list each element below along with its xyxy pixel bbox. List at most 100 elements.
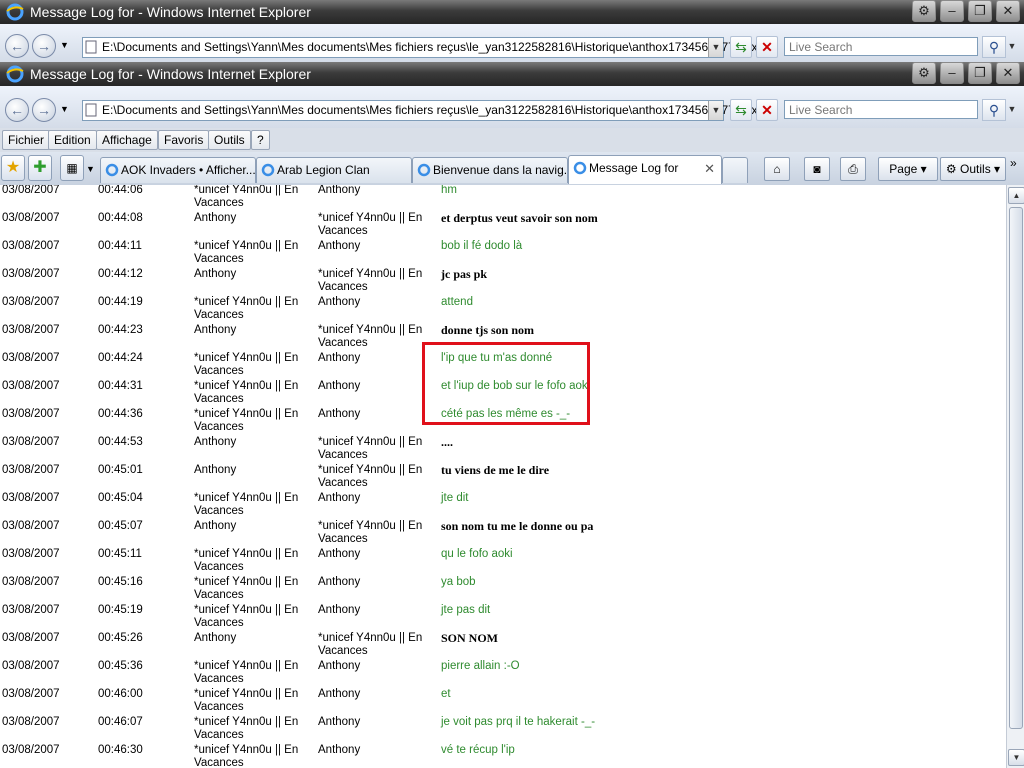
maximize-button[interactable]: ❐ <box>968 0 992 22</box>
log-from: Anthony <box>194 324 237 336</box>
minimize-button[interactable]: – <box>940 0 964 22</box>
search-icon[interactable]: ⚲ <box>982 99 1006 121</box>
maximize-button[interactable]: ❐ <box>968 62 992 84</box>
back-button[interactable]: ← <box>5 98 29 122</box>
log-to: *unicef Y4nn0u || En Vacances <box>318 464 423 489</box>
scroll-thumb[interactable] <box>1009 207 1023 729</box>
tab-message-log[interactable]: Message Log for ✕ <box>568 155 722 184</box>
log-from: *unicef Y4nn0u || En Vacances <box>194 492 299 517</box>
address-dropdown-icon[interactable]: ▼ <box>708 38 723 57</box>
tab-label: Message Log for <box>589 161 679 175</box>
log-message: cété pas les même es -_- <box>441 408 571 420</box>
feeds-icon[interactable]: ◙ <box>804 157 830 181</box>
search-icon[interactable]: ⚲ <box>982 36 1006 58</box>
log-from: *unicef Y4nn0u || En Vacances <box>194 660 299 685</box>
log-time: 00:46:30 <box>98 744 143 756</box>
log-to: Anthony <box>318 716 361 728</box>
print-icon[interactable]: ⎙ <box>840 157 866 181</box>
back-button[interactable]: ← <box>5 34 29 58</box>
history-dropdown-icon[interactable]: ▼ <box>60 40 69 50</box>
menu-fichier[interactable]: Fichier <box>2 130 51 150</box>
new-tab-button[interactable] <box>722 157 748 183</box>
menu-outils[interactable]: Outils <box>208 130 251 150</box>
tab-label: Bienvenue dans la navig... <box>433 163 568 177</box>
log-time: 00:44:31 <box>98 380 143 392</box>
forward-button[interactable]: → <box>32 98 56 122</box>
log-table: 03/08/2007 00:44:06 *unicef Y4nn0u || En V… <box>0 185 1006 768</box>
log-to: Anthony <box>318 296 361 308</box>
stop-button[interactable]: ✕ <box>756 36 778 58</box>
menu-favoris[interactable]: Favoris <box>158 130 210 150</box>
log-to: *unicef Y4nn0u || En Vacances <box>318 520 423 545</box>
address-dropdown-icon[interactable]: ▼ <box>708 101 723 120</box>
log-date: 03/08/2007 <box>2 436 60 448</box>
vertical-scrollbar[interactable]: ▲ ▼ <box>1006 185 1024 768</box>
tab-close-icon[interactable]: ✕ <box>704 156 715 181</box>
help-button[interactable]: ⚙ <box>912 62 936 84</box>
quick-tabs-icon[interactable]: ▦ <box>60 155 84 181</box>
close-button[interactable]: ✕ <box>996 62 1020 84</box>
search-dropdown-icon[interactable]: ▼ <box>1005 99 1019 119</box>
log-time: 00:44:23 <box>98 324 143 336</box>
log-date: 03/08/2007 <box>2 576 60 588</box>
refresh-button[interactable]: ⇆ <box>730 36 752 58</box>
log-to: *unicef Y4nn0u || En Vacances <box>318 632 423 657</box>
add-favorite-icon[interactable]: ✚ <box>28 155 52 181</box>
tab-list-dropdown-icon[interactable]: ▼ <box>86 164 95 174</box>
log-from: Anthony <box>194 632 237 644</box>
menu-edition[interactable]: Edition <box>48 130 97 150</box>
search-input[interactable]: Live Search <box>784 37 978 56</box>
log-to: Anthony <box>318 352 361 364</box>
log-time: 00:44:08 <box>98 212 143 224</box>
log-from: *unicef Y4nn0u || En Vacances <box>194 185 299 209</box>
tab-aok-invaders[interactable]: AOK Invaders • Afficher... <box>100 157 256 183</box>
log-row: 03/08/2007 00:44:19 *unicef Y4nn0u || En V… <box>0 296 1006 325</box>
history-dropdown-icon[interactable]: ▼ <box>60 104 69 114</box>
scroll-up-icon[interactable]: ▲ <box>1008 187 1024 204</box>
refresh-button[interactable]: ⇆ <box>730 99 752 121</box>
help-button[interactable]: ⚙ <box>912 0 936 22</box>
log-row: 03/08/2007 00:44:36 *unicef Y4nn0u || En V… <box>0 408 1006 437</box>
log-message: l'ip que tu m'as donné <box>441 352 553 364</box>
log-message: ya bob <box>441 576 476 588</box>
log-time: 00:45:16 <box>98 576 143 588</box>
log-time: 00:45:04 <box>98 492 143 504</box>
log-to: Anthony <box>318 604 361 616</box>
tools-menu-button[interactable]: ⚙ Outils ▾ <box>940 157 1006 181</box>
chevron-more-icon[interactable]: » <box>1010 156 1017 170</box>
log-row: 03/08/2007 00:46:30 *unicef Y4nn0u || En V… <box>0 744 1006 768</box>
log-row: 03/08/2007 00:44:12 Anthony *unicef Y4nn0u … <box>0 268 1006 297</box>
address-bar[interactable]: E:\Documents and Settings\Yann\Mes docum… <box>82 100 770 121</box>
home-icon[interactable]: ⌂ <box>764 157 790 181</box>
log-message: je voit pas prq il te hakerait -_- <box>441 716 596 728</box>
ie-logo-icon <box>6 3 24 21</box>
minimize-button[interactable]: – <box>940 62 964 84</box>
address-url: E:\Documents and Settings\Yann\Mes docum… <box>102 40 771 54</box>
log-row: 03/08/2007 00:44:08 Anthony *unicef Y4nn0u … <box>0 212 1006 241</box>
stop-button[interactable]: ✕ <box>756 99 778 121</box>
log-from: *unicef Y4nn0u || En Vacances <box>194 352 299 377</box>
log-date: 03/08/2007 <box>2 212 60 224</box>
log-from: Anthony <box>194 520 237 532</box>
log-row: 03/08/2007 00:44:24 *unicef Y4nn0u || En V… <box>0 352 1006 381</box>
menu-affichage[interactable]: Affichage <box>96 130 158 150</box>
close-button[interactable]: ✕ <box>996 0 1020 22</box>
page-menu-button[interactable]: Page ▾ <box>878 157 938 181</box>
search-input[interactable]: Live Search <box>784 100 978 119</box>
log-message: attend <box>441 296 473 308</box>
scroll-down-icon[interactable]: ▼ <box>1008 749 1024 766</box>
address-bar[interactable]: E:\Documents and Settings\Yann\Mes docum… <box>82 37 770 58</box>
favorites-star-icon[interactable]: ★ <box>1 155 25 181</box>
menu-help[interactable]: ? <box>251 130 270 150</box>
log-date: 03/08/2007 <box>2 324 60 336</box>
search-dropdown-icon[interactable]: ▼ <box>1005 36 1019 56</box>
tab-bienvenue[interactable]: Bienvenue dans la navig... <box>412 157 568 183</box>
log-date: 03/08/2007 <box>2 296 60 308</box>
forward-button[interactable]: → <box>32 34 56 58</box>
log-message: tu viens de me le dire <box>441 463 550 477</box>
log-time: 00:46:07 <box>98 716 143 728</box>
window-titlebar: Message Log for - Windows Internet Explo… <box>0 0 1024 24</box>
tab-arab-legion[interactable]: Arab Legion Clan <box>256 157 412 183</box>
ie-page-icon <box>573 161 587 175</box>
log-to: Anthony <box>318 185 361 196</box>
